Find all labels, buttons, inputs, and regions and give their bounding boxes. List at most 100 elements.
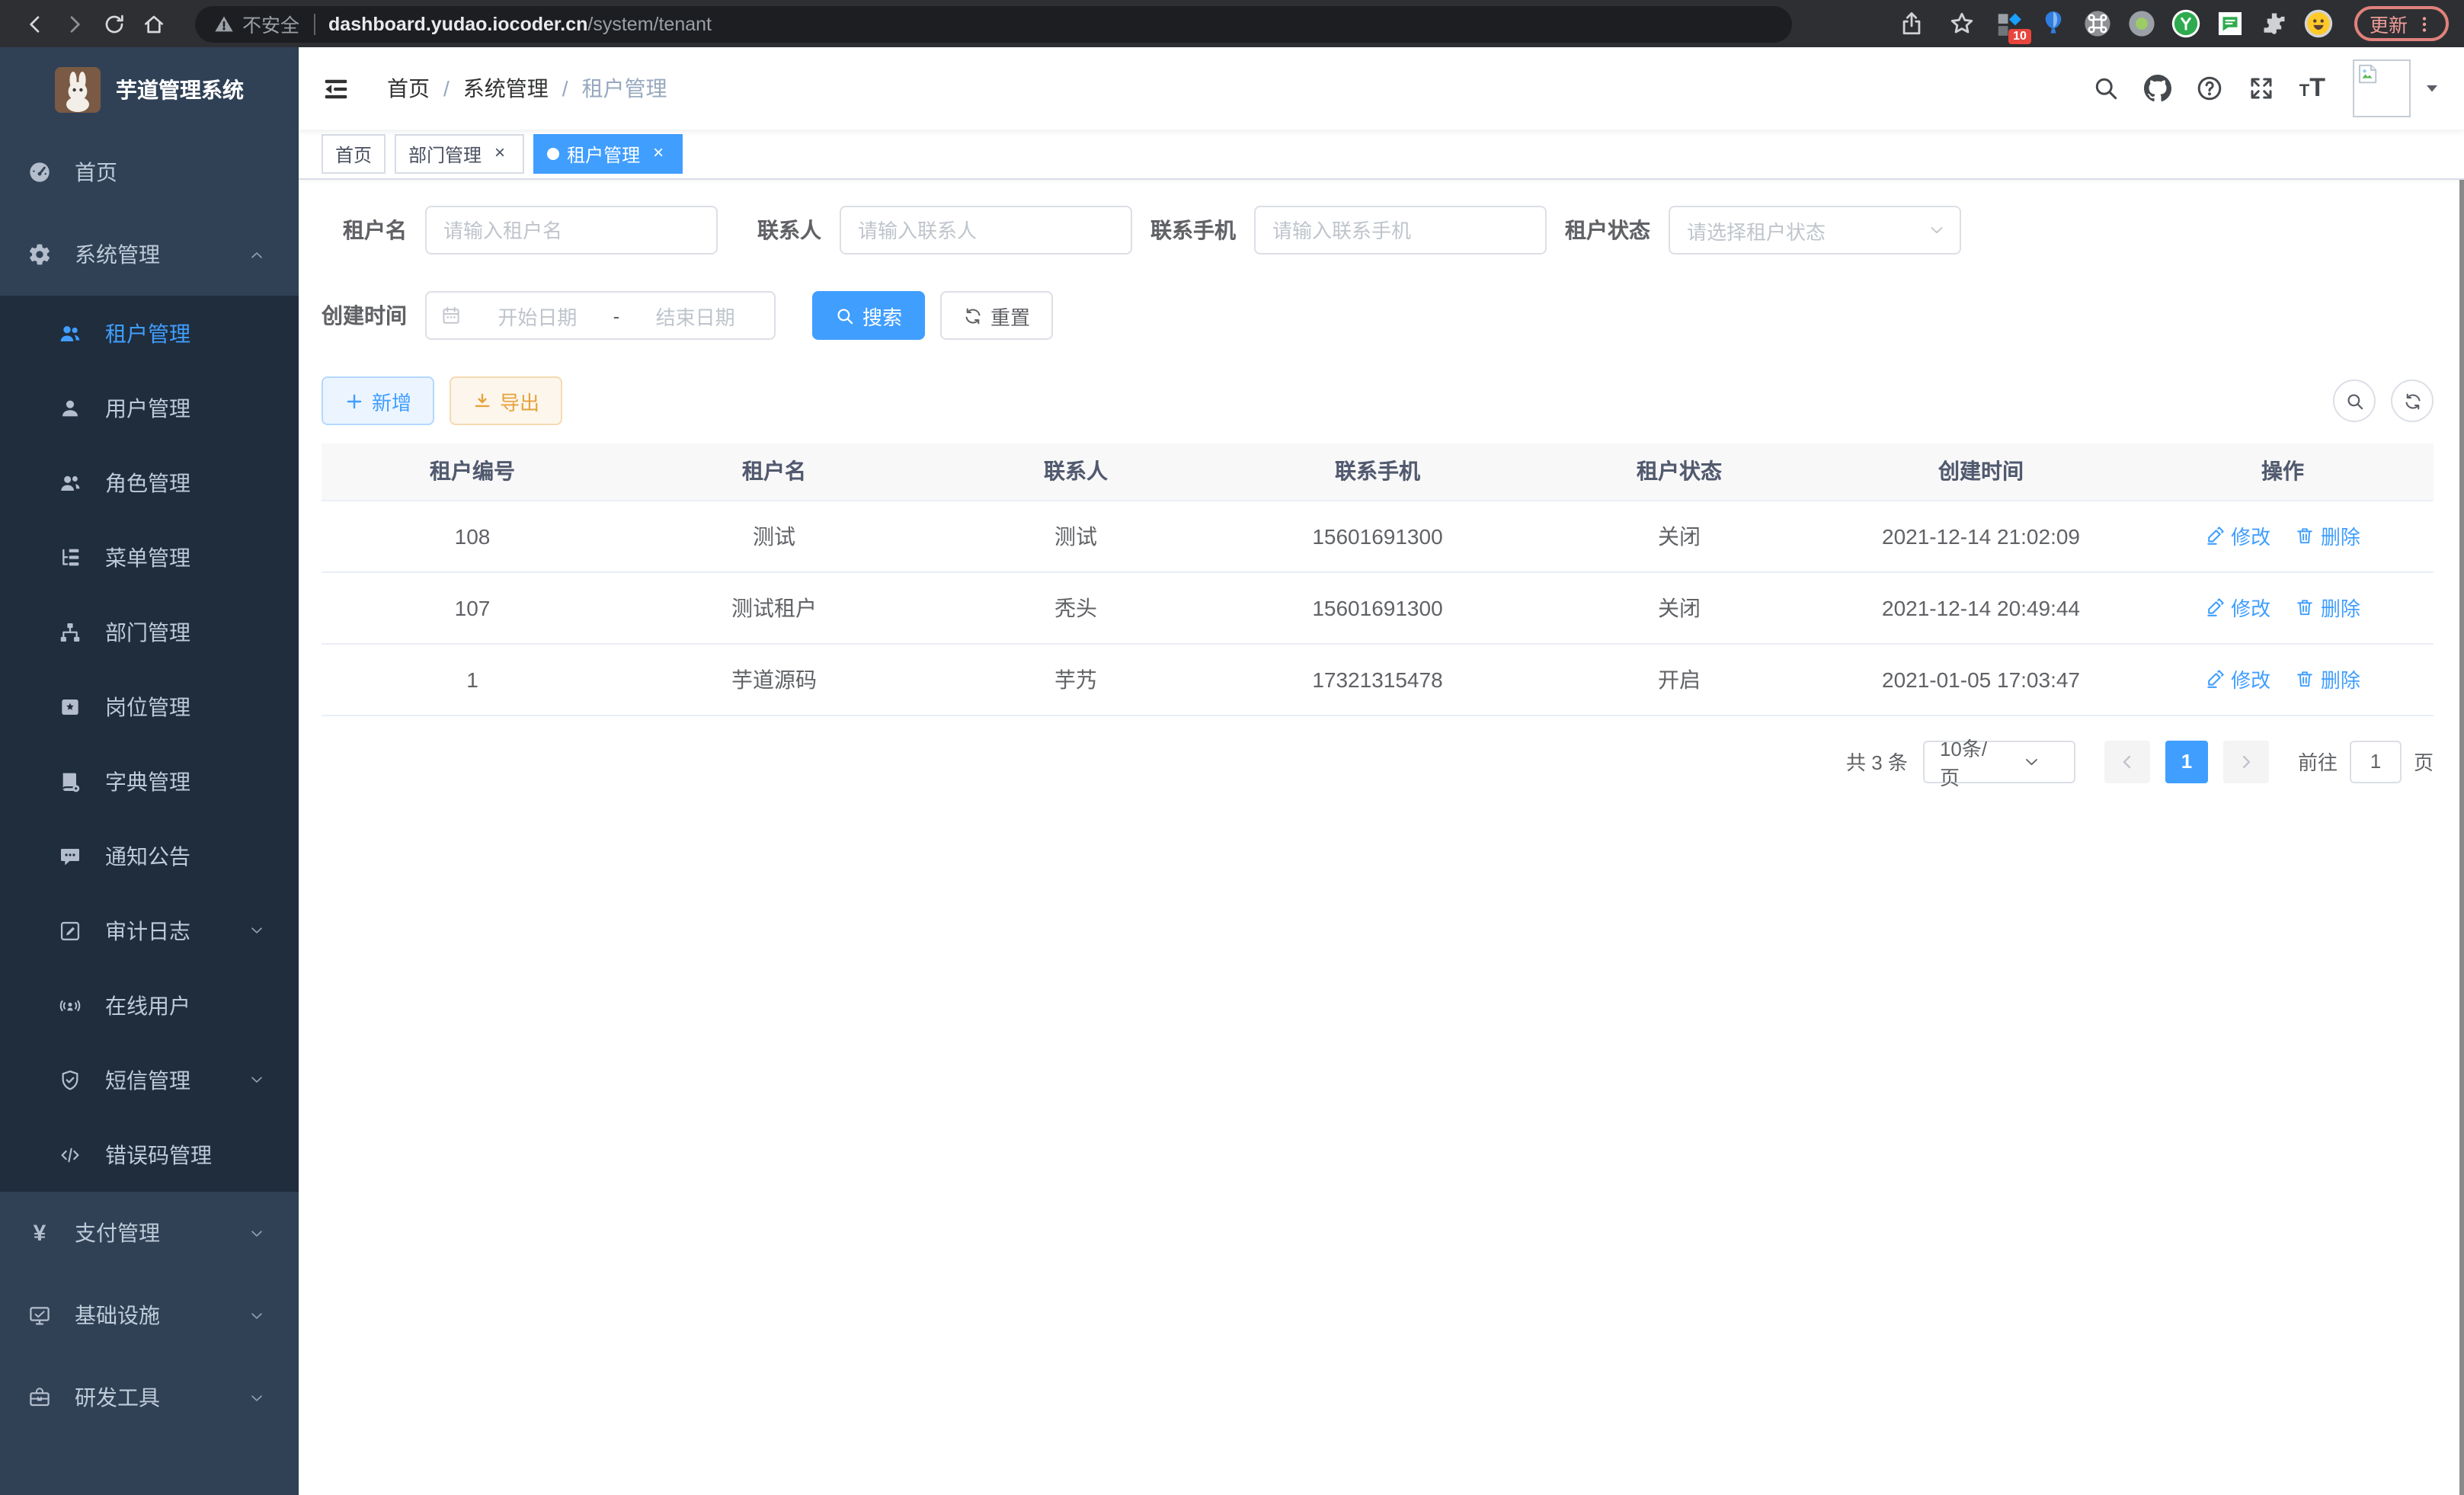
share-icon[interactable]: [1899, 11, 1925, 37]
tab-label: 租户管理: [567, 141, 640, 167]
reset-refresh-icon: [963, 306, 983, 325]
main-area: 首页 / 系统管理 / 租户管理 TT: [299, 47, 2464, 1495]
browser-reload-button[interactable]: [94, 4, 134, 43]
delete-link[interactable]: 删除: [2295, 593, 2360, 622]
browser-back-button[interactable]: [15, 4, 55, 43]
tab-close-icon[interactable]: ×: [648, 143, 669, 165]
filter-create-time: 创建时间 开始日期 - 结束日期: [322, 291, 776, 340]
sidebar-item-icon: [58, 769, 82, 793]
sidebar-item[interactable]: 角色管理: [0, 445, 299, 520]
sidebar-item[interactable]: 菜单管理: [0, 520, 299, 594]
sidebar-item[interactable]: 部门管理: [0, 594, 299, 669]
sidebar-item[interactable]: 研发工具: [0, 1356, 299, 1439]
export-button[interactable]: 导出: [450, 376, 562, 425]
bookmark-star-icon[interactable]: [1949, 11, 1975, 37]
user-avatar[interactable]: [2353, 59, 2411, 117]
avatar-caret-icon[interactable]: [2423, 79, 2441, 98]
page-size-select[interactable]: 10条/页: [1923, 740, 2075, 783]
next-page-button[interactable]: [2223, 740, 2269, 783]
sidebar-item[interactable]: 系统管理: [0, 213, 299, 296]
page-number-button[interactable]: 1: [2165, 740, 2208, 783]
sidebar-item[interactable]: 通知公告: [0, 818, 299, 893]
table-head: 租户编号租户名联系人联系手机租户状态创建时间操作: [322, 443, 2434, 500]
table-column-header: 操作: [2132, 443, 2434, 500]
header-search-icon[interactable]: [2092, 75, 2120, 102]
toggle-search-button[interactable]: [2333, 379, 2376, 422]
github-icon[interactable]: [2144, 75, 2171, 102]
sidebar-item[interactable]: 错误码管理: [0, 1117, 299, 1192]
sidebar-item[interactable]: 租户管理: [0, 296, 299, 370]
tenant-table: 租户编号租户名联系人联系手机租户状态创建时间操作 108 测试 测试 15601…: [322, 443, 2434, 715]
edit-link[interactable]: 修改: [2205, 664, 2270, 693]
extension-circle-icon[interactable]: [2127, 9, 2156, 38]
sidebar-toggle-icon[interactable]: [322, 74, 350, 103]
sidebar-item[interactable]: 审计日志: [0, 893, 299, 968]
cell-contact: 秃头: [925, 571, 1227, 643]
cell-created-time: 2021-12-14 21:02:09: [1830, 500, 2132, 571]
browser-forward-button[interactable]: [55, 4, 94, 43]
sidebar-item-label: 用户管理: [105, 392, 299, 423]
table-column-header: 租户编号: [322, 443, 623, 500]
create-time-label: 创建时间: [322, 300, 425, 331]
cell-tenant-name: 测试: [623, 500, 925, 571]
breadcrumb-link[interactable]: 系统管理: [463, 73, 549, 104]
sidebar-item-arrow-icon: [248, 246, 265, 263]
extensions-puzzle-icon[interactable]: [2260, 9, 2289, 38]
sidebar-item[interactable]: 短信管理: [0, 1042, 299, 1117]
tab-active-dot: [547, 148, 559, 160]
extension-command-icon[interactable]: [2083, 9, 2112, 38]
sidebar-item[interactable]: ¥ 支付管理: [0, 1192, 299, 1274]
goto-page-input[interactable]: [2350, 740, 2402, 783]
font-size-icon[interactable]: TT: [2299, 73, 2325, 104]
sidebar-item[interactable]: 在线用户: [0, 968, 299, 1042]
profile-avatar-icon[interactable]: [2304, 9, 2333, 38]
tab[interactable]: 部门管理 ×: [395, 134, 524, 174]
address-bar[interactable]: 不安全 dashboard.yudao.iocoder.cn/system/te…: [195, 5, 1792, 42]
breadcrumb-link[interactable]: 租户管理: [582, 73, 667, 104]
filter-row-2: 创建时间 开始日期 - 结束日期 搜索 重置: [322, 291, 2434, 340]
delete-link[interactable]: 删除: [2295, 521, 2360, 550]
extension-y-icon[interactable]: [2171, 9, 2200, 38]
sidebar-item[interactable]: 用户管理: [0, 370, 299, 445]
extension-balloon-icon[interactable]: [2039, 9, 2068, 38]
chrome-update-button[interactable]: 更新: [2354, 6, 2449, 41]
status-label: 租户状态: [1565, 215, 1669, 245]
tab[interactable]: 首页: [322, 134, 386, 174]
sidebar-item[interactable]: 基础设施: [0, 1274, 299, 1356]
edit-link[interactable]: 修改: [2205, 593, 2270, 622]
help-icon[interactable]: [2196, 75, 2223, 102]
sidebar-item-label: 系统管理: [75, 239, 248, 270]
tab-label: 部门管理: [408, 141, 482, 167]
sidebar-item-icon: [58, 321, 82, 345]
range-separator: -: [613, 304, 620, 327]
date-range-picker[interactable]: 开始日期 - 结束日期: [425, 291, 776, 340]
menu-dots-icon: [2415, 14, 2434, 33]
delete-link[interactable]: 删除: [2295, 664, 2360, 693]
browser-home-button[interactable]: [134, 4, 174, 43]
sidebar-item[interactable]: 首页: [0, 131, 299, 213]
add-button[interactable]: 新增: [322, 376, 434, 425]
refresh-table-button[interactable]: [2391, 379, 2434, 422]
phone-input[interactable]: [1254, 206, 1547, 255]
fullscreen-icon[interactable]: [2248, 75, 2275, 102]
cell-actions: 修改 删除: [2132, 643, 2434, 715]
breadcrumb-separator: /: [562, 76, 568, 101]
tenant-name-input[interactable]: [425, 206, 718, 255]
status-select[interactable]: 请选择租户状态: [1669, 206, 1961, 255]
app-window: 芋道管理系统 首页 系统管理 租户管理: [0, 47, 2464, 1495]
extension-tabs-icon[interactable]: 10: [1995, 9, 2024, 38]
cell-actions: 修改 删除: [2132, 571, 2434, 643]
edit-link[interactable]: 修改: [2205, 521, 2270, 550]
extension-chat-icon[interactable]: [2216, 9, 2245, 38]
sidebar-item[interactable]: 字典管理: [0, 744, 299, 818]
reset-button[interactable]: 重置: [940, 291, 1053, 340]
cell-tenant-id: 107: [322, 571, 623, 643]
prev-page-button[interactable]: [2104, 740, 2150, 783]
sidebar-item[interactable]: 岗位管理: [0, 669, 299, 744]
search-button[interactable]: 搜索: [812, 291, 925, 340]
app-logo-row[interactable]: 芋道管理系统: [0, 47, 299, 131]
tab[interactable]: 租户管理 ×: [533, 134, 683, 174]
breadcrumb-link[interactable]: 首页: [387, 73, 430, 104]
contact-input[interactable]: [840, 206, 1132, 255]
tab-close-icon[interactable]: ×: [489, 143, 510, 165]
